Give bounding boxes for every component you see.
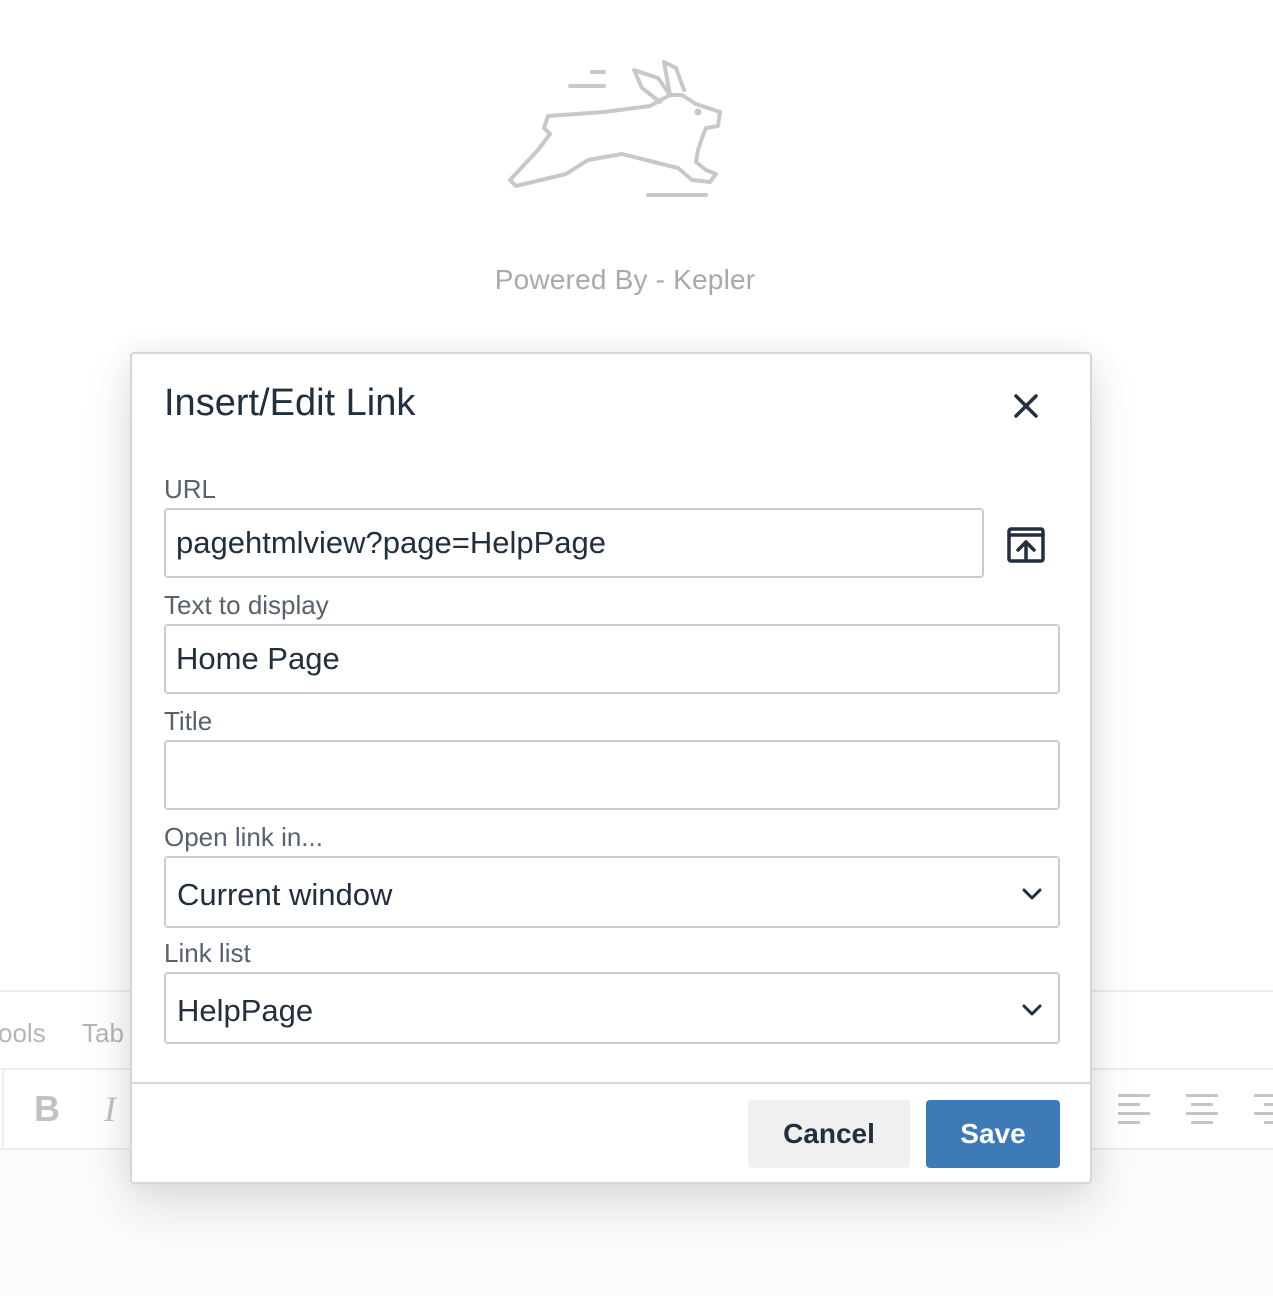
title-label: Title <box>164 706 213 736</box>
italic-icon[interactable]: I <box>104 1088 116 1130</box>
close-icon[interactable] <box>1004 384 1048 428</box>
upload-browse-icon[interactable] <box>1004 524 1048 568</box>
chevron-down-icon <box>1022 888 1042 900</box>
dialog-title: Insert/Edit Link <box>164 382 416 424</box>
url-label: URL <box>164 474 217 504</box>
save-button[interactable]: Save <box>926 1100 1060 1168</box>
insert-edit-link-dialog: Insert/Edit Link URL Text to display Tit… <box>130 352 1092 1184</box>
open-link-in-value: Current window <box>177 877 393 912</box>
dialog-footer-divider <box>132 1082 1090 1084</box>
open-link-in-select[interactable]: Current window <box>164 856 1060 928</box>
open-link-in-label: Open link in... <box>164 822 323 852</box>
link-list-value: HelpPage <box>177 993 314 1028</box>
toolbar-divider <box>2 1070 4 1148</box>
page-root: Powered By - Kepler ools Tab B I Insert/… <box>0 0 1273 1296</box>
menu-item-table[interactable]: Tab <box>82 1018 124 1049</box>
text-to-display-input[interactable] <box>164 624 1060 694</box>
align-right-icon[interactable] <box>1254 1094 1273 1124</box>
cancel-button[interactable]: Cancel <box>748 1100 910 1168</box>
rabbit-logo-icon <box>508 60 722 197</box>
text-to-display-label: Text to display <box>164 590 329 620</box>
align-left-icon[interactable] <box>1118 1094 1152 1124</box>
url-input[interactable] <box>164 508 984 578</box>
title-input[interactable] <box>164 740 1060 810</box>
link-list-select[interactable]: HelpPage <box>164 972 1060 1044</box>
bold-icon[interactable]: B <box>34 1088 60 1130</box>
link-list-label: Link list <box>164 938 251 968</box>
menu-item-tools[interactable]: ools <box>0 1018 46 1049</box>
powered-by-text: Powered By - Kepler <box>494 264 756 295</box>
align-center-icon[interactable] <box>1186 1094 1220 1124</box>
chevron-down-icon <box>1022 1004 1042 1016</box>
